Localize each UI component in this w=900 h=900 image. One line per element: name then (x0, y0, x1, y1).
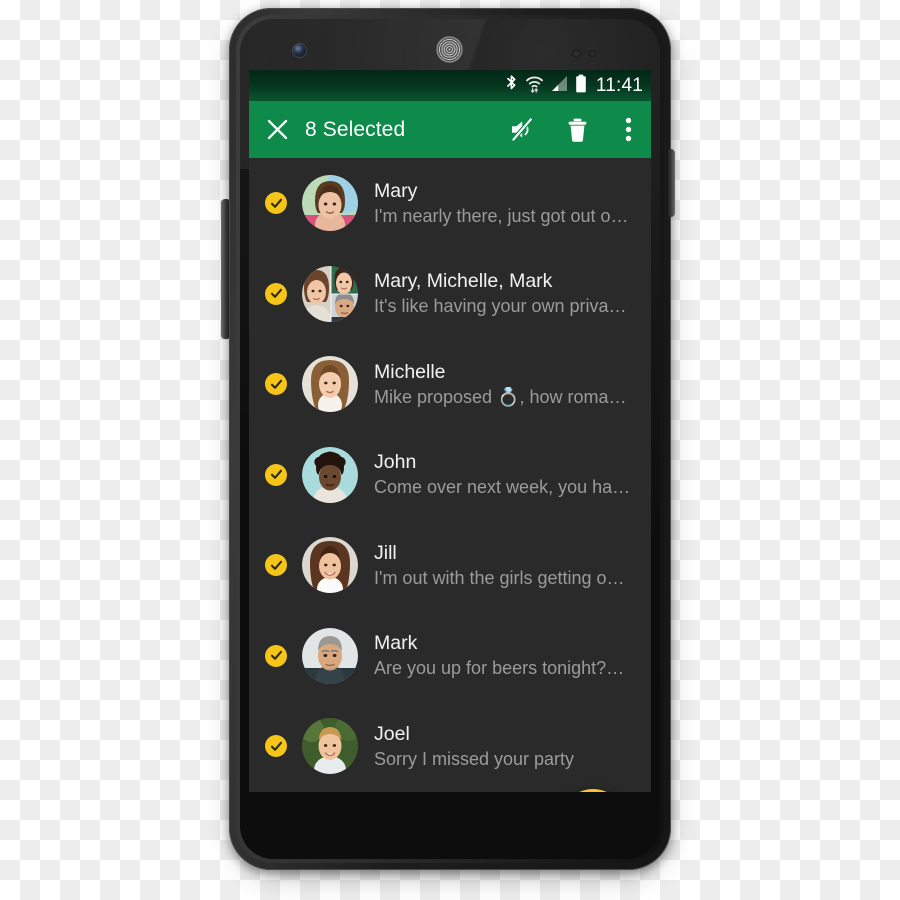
phone-screen: 11:41 8 Selected Mary I'm nearly there, … (249, 70, 651, 792)
wifi-icon (525, 74, 544, 98)
conversation-list[interactable]: Mary I'm nearly there, just got out o… M… (249, 158, 651, 792)
conversation-row[interactable]: Joel Sorry I missed your party (249, 701, 651, 792)
conversation-row[interactable]: Michelle Mike proposed 💍, how roma… (249, 339, 651, 430)
delete-button[interactable] (549, 101, 605, 158)
conversation-name: Mary (374, 179, 418, 202)
conversation-preview: Sorry I missed your party (374, 748, 575, 769)
check-icon (270, 289, 282, 299)
cellular-signal-icon (551, 75, 568, 97)
front-camera-icon (293, 44, 306, 57)
conversation-name: John (374, 451, 417, 474)
conversation-row[interactable]: Mary, Michelle, Mark It's like having yo… (249, 249, 651, 340)
conversation-row[interactable]: Mary I'm nearly there, just got out o… (249, 158, 651, 249)
check-icon (270, 741, 282, 751)
selected-count-title: 8 Selected (305, 117, 406, 141)
volume-rocker-button[interactable] (221, 199, 229, 339)
battery-icon (575, 74, 587, 98)
conversation-text: Mary, Michelle, Mark It's like having yo… (374, 269, 651, 318)
selection-check-badge[interactable] (265, 282, 287, 305)
avatar (302, 627, 358, 684)
conversation-preview: Are you up for beers tonight?… (374, 658, 625, 679)
selection-action-bar: 8 Selected (249, 101, 651, 158)
avatar (302, 356, 358, 413)
conversation-text: Mary I'm nearly there, just got out o… (374, 179, 651, 228)
check-icon (270, 198, 282, 208)
conversation-preview: Mike proposed 💍, how roma… (374, 386, 627, 407)
selection-check-badge[interactable] (265, 373, 287, 396)
avatar (302, 537, 358, 594)
conversation-row[interactable]: John Come over next week, you ha… (249, 430, 651, 521)
earpiece-speaker-icon (436, 36, 463, 63)
check-icon (270, 379, 282, 389)
mute-icon (510, 117, 533, 142)
conversation-text: Joel Sorry I missed your party (374, 722, 651, 771)
selection-check-badge[interactable] (265, 192, 287, 215)
conversation-preview: I'm nearly there, just got out o… (374, 205, 629, 226)
conversation-text: Michelle Mike proposed 💍, how roma… (374, 360, 651, 409)
avatar (302, 446, 358, 503)
conversation-preview: Come over next week, you ha… (374, 477, 631, 498)
selection-check-badge[interactable] (265, 554, 287, 577)
bluetooth-icon (505, 74, 518, 98)
light-sensor-icon (589, 50, 596, 57)
avatar (302, 175, 358, 232)
conversation-row[interactable]: Jill I'm out with the girls getting o… (249, 520, 651, 611)
conversation-preview: It's like having your own priva… (374, 296, 627, 317)
screenshot-canvas: 11:41 8 Selected Mary I'm nearly there, … (0, 0, 900, 900)
trash-icon (568, 118, 586, 142)
conversation-text: Mark Are you up for beers tonight?… (374, 631, 651, 680)
proximity-sensor-icon (572, 49, 581, 58)
conversation-text: Jill I'm out with the girls getting o… (374, 541, 651, 590)
mute-button[interactable] (493, 101, 549, 158)
check-icon (270, 651, 282, 661)
power-button[interactable] (668, 149, 675, 217)
selection-check-badge[interactable] (265, 463, 287, 486)
selection-check-badge[interactable] (265, 644, 287, 667)
check-icon (270, 560, 282, 570)
status-bar-clock: 11:41 (595, 75, 643, 96)
conversation-name: Jill (374, 541, 397, 564)
selection-check-badge[interactable] (265, 735, 287, 758)
conversation-text: John Come over next week, you ha… (374, 450, 651, 499)
conversation-name: Joel (374, 722, 410, 745)
status-bar: 11:41 (249, 70, 651, 101)
check-icon (270, 470, 282, 480)
avatar-group (302, 265, 358, 322)
conversation-row[interactable]: Mark Are you up for beers tonight?… (249, 611, 651, 702)
overflow-menu-button[interactable] (605, 101, 651, 158)
more-vertical-icon (625, 117, 631, 142)
close-selection-button[interactable] (249, 101, 305, 158)
conversation-name: Michelle (374, 360, 446, 383)
conversation-name: Mary, Michelle, Mark (374, 270, 553, 293)
conversation-name: Mark (374, 632, 418, 655)
conversation-preview: I'm out with the girls getting o… (374, 567, 625, 588)
avatar (302, 718, 358, 775)
